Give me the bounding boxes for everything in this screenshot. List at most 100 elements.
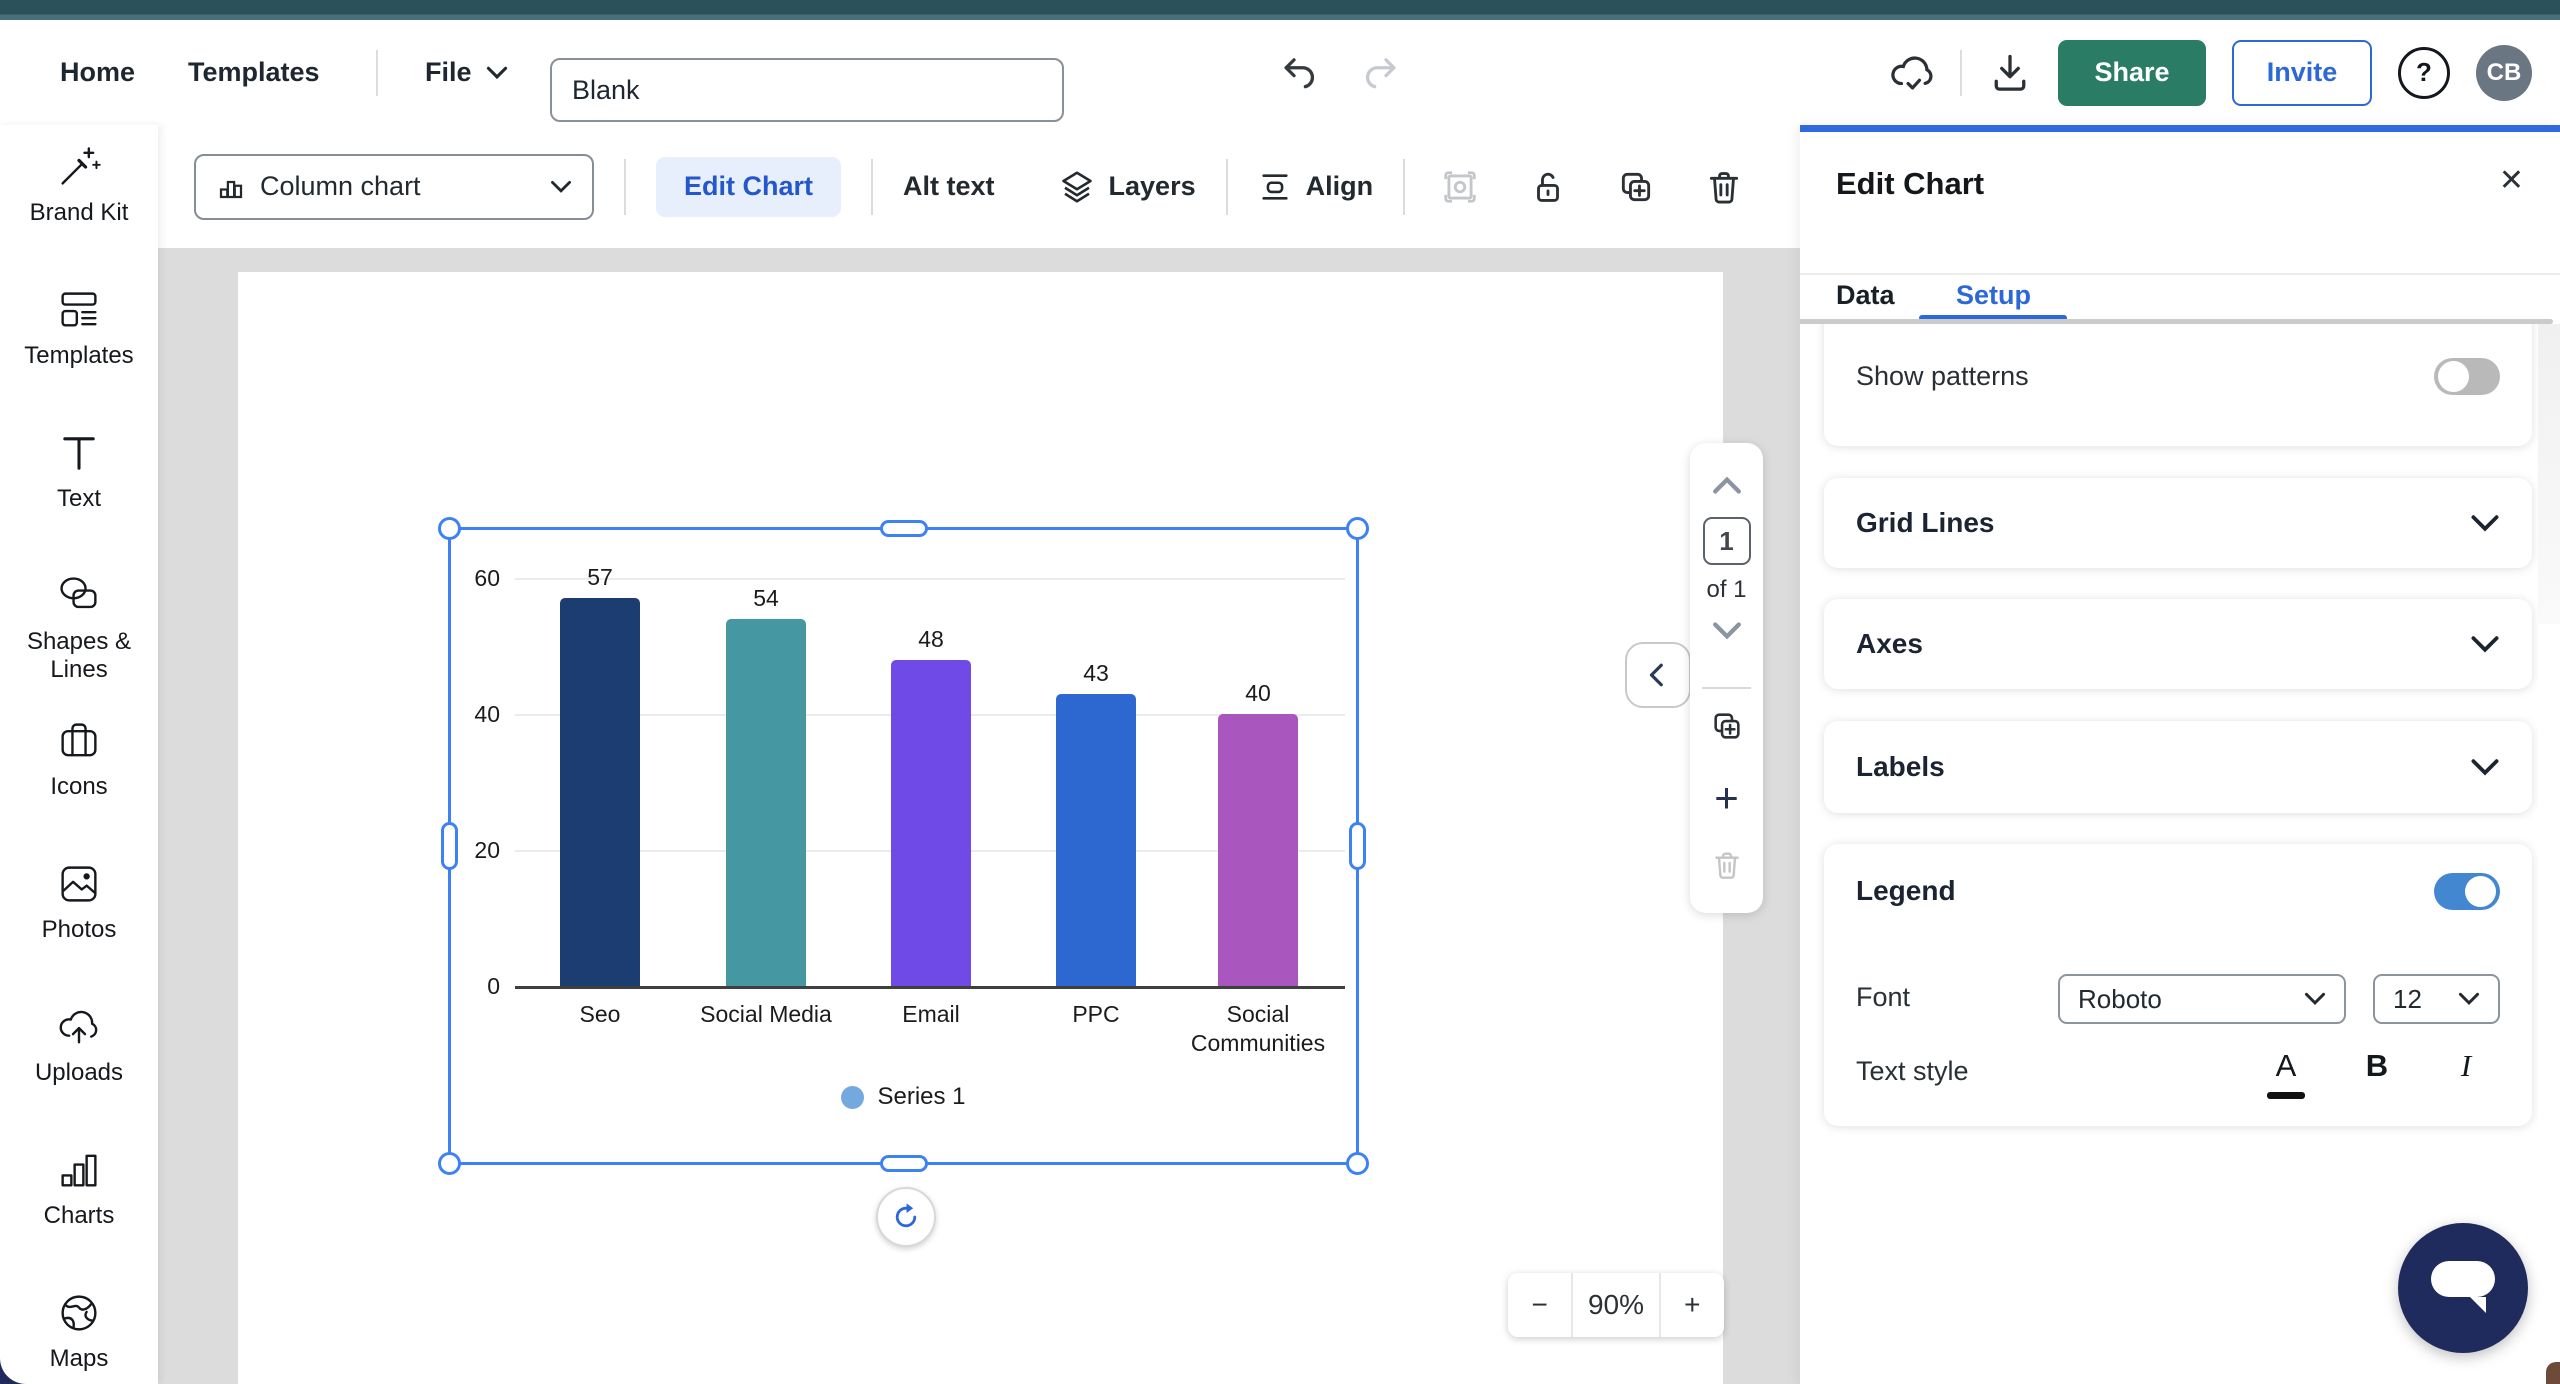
show-patterns-toggle[interactable]	[2434, 358, 2500, 395]
panel-scrollbar-track[interactable]	[2538, 324, 2560, 624]
chart-type-select[interactable]: Column chart	[194, 154, 594, 220]
duplicate-page-icon	[1710, 709, 1744, 743]
italic-style-button[interactable]: I	[2444, 1048, 2488, 1084]
resize-handle-n[interactable]	[880, 520, 928, 537]
sidebar-item-label: Text	[20, 485, 138, 513]
close-panel-button[interactable]: ✕	[2493, 162, 2530, 199]
collapse-panel-button[interactable]	[1625, 642, 1691, 708]
trash-icon	[1711, 849, 1743, 881]
toolbar-divider	[871, 159, 873, 215]
lock-button[interactable]	[1529, 168, 1567, 206]
grid-lines-card[interactable]: Grid Lines	[1824, 478, 2532, 568]
canvas[interactable]: Series 1 020406057Seo54Social Media48Ema…	[158, 248, 1800, 1384]
header: Home Templates File Share Invite ? CB	[0, 20, 2560, 125]
font-label: Font	[1856, 982, 1910, 1013]
help-button[interactable]: ?	[2398, 47, 2450, 99]
chevron-down-icon	[550, 180, 572, 194]
axes-card[interactable]: Axes	[1824, 599, 2532, 689]
bold-style-button[interactable]: B	[2355, 1048, 2399, 1084]
add-page-button[interactable]: +	[1690, 777, 1763, 819]
sidebar-item-charts[interactable]: Charts	[0, 1146, 158, 1230]
chevron-left-icon	[1645, 662, 1671, 688]
toolbar-divider	[1403, 159, 1405, 215]
chevron-down-icon	[486, 66, 508, 80]
underline-style-bar	[2267, 1092, 2305, 1099]
alt-text-button[interactable]: Alt text	[903, 171, 995, 202]
font-size-select[interactable]: 12	[2373, 974, 2500, 1024]
globe-icon	[55, 1289, 103, 1337]
chat-widget-button[interactable]	[2398, 1223, 2528, 1353]
sidebar-item-photos[interactable]: Photos	[0, 860, 158, 944]
show-patterns-label: Show patterns	[1856, 361, 2029, 392]
rotate-handle[interactable]	[876, 1187, 936, 1247]
page-navigator: 1 of 1 +	[1690, 443, 1763, 913]
sidebar-item-maps[interactable]: Maps	[0, 1289, 158, 1373]
sidebar-item-shapes-lines[interactable]: Shapes & Lines	[0, 572, 158, 685]
sidebar-item-uploads[interactable]: Uploads	[0, 1003, 158, 1087]
font-family-select[interactable]: Roboto	[2058, 974, 2346, 1024]
zoom-out-button[interactable]: −	[1508, 1273, 1571, 1337]
resize-handle-ne[interactable]	[1346, 517, 1369, 540]
sidebar-item-templates[interactable]: Templates	[0, 286, 158, 370]
avatar[interactable]: CB	[2476, 45, 2532, 101]
page-down-button[interactable]	[1690, 621, 1763, 641]
sidebar-item-text[interactable]: Text	[0, 429, 158, 513]
sidebar-item-brand-kit[interactable]: Brand Kit	[0, 143, 158, 227]
magic-wand-icon	[55, 143, 103, 191]
share-button[interactable]: Share	[2058, 40, 2206, 106]
context-toolbar: Column chart Edit Chart Alt text Layers …	[158, 125, 1800, 248]
briefcase-icon	[55, 717, 103, 765]
edit-chart-button[interactable]: Edit Chart	[656, 157, 841, 217]
zoom-in-button[interactable]: +	[1661, 1273, 1724, 1337]
chevron-down-icon	[2470, 758, 2500, 777]
resize-handle-e[interactable]	[1349, 822, 1366, 870]
align-button[interactable]: Align	[1258, 170, 1374, 204]
photos-icon	[55, 860, 103, 908]
align-label: Align	[1306, 171, 1374, 202]
toolbar-object-actions	[1441, 168, 1743, 206]
resize-handle-s[interactable]	[880, 1155, 928, 1172]
page-up-button[interactable]	[1690, 475, 1763, 495]
tab-data[interactable]: Data	[1836, 280, 1895, 311]
redo-button[interactable]	[1358, 52, 1400, 94]
zoom-level: 90%	[1571, 1273, 1660, 1337]
tab-setup[interactable]: Setup	[1956, 280, 2031, 311]
text-icon	[55, 429, 103, 477]
page-number-box[interactable]: 1	[1690, 517, 1763, 565]
resize-handle-se[interactable]	[1346, 1152, 1369, 1175]
font-family-value: Roboto	[2078, 984, 2162, 1015]
file-menu[interactable]: File	[425, 20, 508, 125]
document-title-input[interactable]	[550, 58, 1064, 122]
toolbar-divider	[1226, 159, 1228, 215]
legend-card: Legend Font Roboto 12 Text style A B	[1824, 844, 2532, 1126]
download-button[interactable]	[1988, 51, 2032, 95]
upload-cloud-icon	[55, 1003, 103, 1051]
delete-button[interactable]	[1705, 168, 1743, 206]
cloud-saved-icon[interactable]	[1888, 50, 1934, 96]
legend-section-label: Legend	[1856, 875, 1956, 907]
duplicate-button[interactable]	[1617, 168, 1655, 206]
sidebar-item-icons[interactable]: Icons	[0, 717, 158, 801]
corner-peek	[2546, 1362, 2560, 1384]
layers-button[interactable]: Layers	[1059, 169, 1196, 205]
underline-style-button[interactable]: A	[2264, 1048, 2308, 1084]
invite-button[interactable]: Invite	[2232, 40, 2372, 106]
layers-icon	[1059, 169, 1095, 205]
resize-handle-nw[interactable]	[438, 517, 461, 540]
resize-handle-sw[interactable]	[438, 1152, 461, 1175]
sidebar: Brand Kit Templates Text Shapes & Lines …	[0, 125, 158, 1384]
frame-image-button	[1441, 168, 1479, 206]
nav-home[interactable]: Home	[60, 57, 135, 88]
labels-card[interactable]: Labels	[1824, 721, 2532, 813]
sidebar-item-label: Templates	[20, 342, 138, 370]
nav-templates[interactable]: Templates	[188, 57, 320, 88]
duplicate-page-button[interactable]	[1690, 709, 1763, 743]
sidebar-item-label: Icons	[20, 773, 138, 801]
legend-toggle[interactable]	[2434, 873, 2500, 910]
resize-handle-w[interactable]	[441, 822, 458, 870]
templates-icon	[55, 286, 103, 334]
current-page: 1	[1703, 517, 1751, 565]
sidebar-item-label: Photos	[20, 916, 138, 944]
header-divider	[1960, 50, 1962, 96]
undo-button[interactable]	[1280, 52, 1322, 94]
